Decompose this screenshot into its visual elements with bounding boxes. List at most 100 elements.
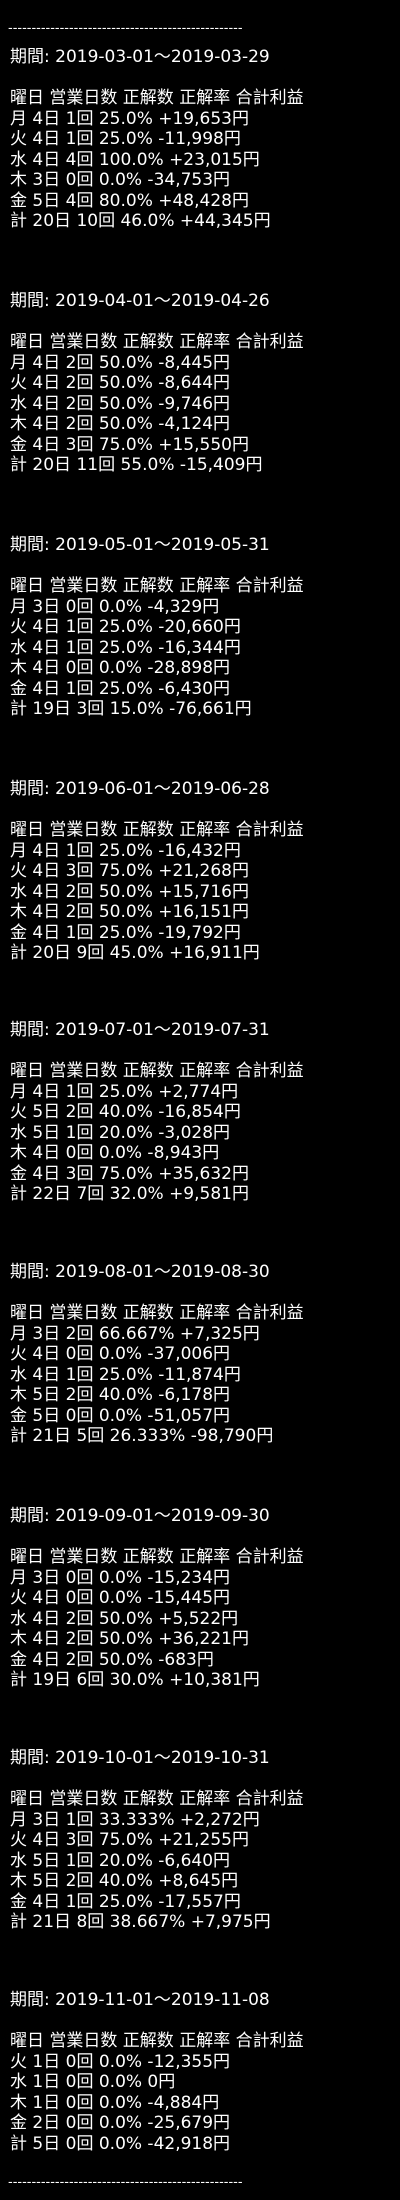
table-row: 火 4日 3回 75.0% +21,268円 <box>10 861 249 881</box>
period-section: 期間: 2019-10-01～2019-10-31 曜日 営業日数 正解数 正解率… <box>10 1748 304 1933</box>
period-section: 期間: 2019-08-01～2019-08-30 曜日 営業日数 正解数 正解率… <box>10 1262 304 1447</box>
weekday-table: 曜日 営業日数 正解数 正解率 合計利益月 4日 1回 25.0% +2,774… <box>10 1061 304 1205</box>
table-row: 金 4日 3回 75.0% +35,632円 <box>10 1163 249 1184</box>
weekday-table: 曜日 営業日数 正解数 正解率 合計利益月 3日 0回 0.0% -4,329円… <box>10 576 304 720</box>
total-row: 計 19日 6回 30.0% +10,381円 <box>10 1670 260 1690</box>
table-row: 金 5日 4回 80.0% +48,428円 <box>10 190 249 211</box>
table-row: 木 1日 0回 0.0% -4,884円 <box>10 2092 220 2113</box>
table-row: 木 4日 2回 50.0% +16,151円 <box>10 902 249 922</box>
period-value: 2019-10-01～2019-10-31 <box>55 1748 270 1768</box>
table-header: 曜日 営業日数 正解数 正解率 合計利益 <box>10 1789 304 1809</box>
period-label: 期間 <box>10 291 44 311</box>
table-row: 金 4日 1回 25.0% -17,557円 <box>10 1891 241 1912</box>
period-value: 2019-04-01～2019-04-26 <box>55 291 270 311</box>
period-line: 期間: 2019-10-01～2019-10-31 <box>10 1748 270 1768</box>
table-row: 月 4日 1回 25.0% +19,653円 <box>10 108 249 129</box>
table-header: 曜日 営業日数 正解数 正解率 合計利益 <box>10 1061 304 1081</box>
period-value: 2019-08-01～2019-08-30 <box>55 1262 270 1282</box>
table-row: 木 5日 2回 40.0% -6,178円 <box>10 1385 231 1405</box>
total-row: 計 5日 0回 0.0% -42,918円 <box>10 2133 231 2154</box>
table-row: 火 4日 2回 50.0% -8,644円 <box>10 373 231 393</box>
table-row: 金 5日 0回 0.0% -51,057円 <box>10 1405 231 1426</box>
table-row: 火 4日 1回 25.0% -20,660円 <box>10 617 241 637</box>
period-value: 2019-06-01～2019-06-28 <box>55 779 270 799</box>
period-label: 期間 <box>10 535 44 555</box>
table-row: 火 4日 0回 0.0% -37,006円 <box>10 1344 231 1364</box>
table-row: 水 4日 2回 50.0% -9,746円 <box>10 393 231 414</box>
weekday-table: 曜日 営業日数 正解数 正解率 合計利益月 3日 0回 0.0% -15,234… <box>10 1547 304 1691</box>
table-row: 月 3日 0回 0.0% -15,234円 <box>10 1567 231 1588</box>
table-header: 曜日 営業日数 正解数 正解率 合計利益 <box>10 332 304 352</box>
table-row: 月 4日 1回 25.0% -16,432円 <box>10 840 241 861</box>
period-section: 期間: 2019-06-01～2019-06-28 曜日 営業日数 正解数 正解率… <box>10 779 304 964</box>
table-row: 火 1日 0回 0.0% -12,355円 <box>10 2051 231 2072</box>
period-line: 期間: 2019-03-01～2019-03-29 <box>10 47 270 67</box>
weekday-table: 曜日 営業日数 正解数 正解率 合計利益火 1日 0回 0.0% -12,355… <box>10 2031 304 2154</box>
table-header: 曜日 営業日数 正解数 正解率 合計利益 <box>10 88 304 108</box>
table-row: 月 4日 1回 25.0% +2,774円 <box>10 1081 239 1102</box>
period-line: 期間: 2019-05-01～2019-05-31 <box>10 535 270 555</box>
weekday-table: 曜日 営業日数 正解数 正解率 合計利益月 4日 1回 25.0% +19,65… <box>10 88 304 232</box>
period-line: 期間: 2019-04-01～2019-04-26 <box>10 291 270 311</box>
period-label: 期間 <box>10 1990 44 2010</box>
period-label: 期間 <box>10 47 44 67</box>
table-row: 木 3日 0回 0.0% -34,753円 <box>10 170 231 190</box>
table-header: 曜日 営業日数 正解数 正解率 合計利益 <box>10 2031 304 2051</box>
period-label: 期間 <box>10 1506 44 1526</box>
period-value: 2019-05-01～2019-05-31 <box>55 535 270 555</box>
table-header: 曜日 営業日数 正解数 正解率 合計利益 <box>10 576 304 596</box>
weekday-table: 曜日 営業日数 正解数 正解率 合計利益月 4日 1回 25.0% -16,43… <box>10 820 304 964</box>
total-row: 計 21日 8回 38.667% +7,975円 <box>10 1912 271 1932</box>
period-section: 期間: 2019-09-01～2019-09-30 曜日 営業日数 正解数 正解率… <box>10 1506 304 1691</box>
period-label: 期間 <box>10 1748 44 1768</box>
report-document: ----------------------------------------… <box>0 0 400 2200</box>
table-row: 木 5日 2回 40.0% +8,645円 <box>10 1871 239 1891</box>
period-section: 期間: 2019-07-01～2019-07-31 曜日 営業日数 正解数 正解率… <box>10 1020 304 1205</box>
table-row: 水 1日 0回 0.0% 0円 <box>10 2072 176 2092</box>
table-row: 水 4日 4回 100.0% +23,015円 <box>10 149 260 170</box>
table-row: 月 3日 0回 0.0% -4,329円 <box>10 596 220 617</box>
total-row: 計 20日 11回 55.0% -15,409円 <box>10 455 263 475</box>
table-row: 木 4日 0回 0.0% -8,943円 <box>10 1143 220 1163</box>
table-row: 水 4日 2回 50.0% +5,522円 <box>10 1608 239 1629</box>
period-value: 2019-11-01～2019-11-08 <box>55 1990 270 2010</box>
period-label: 期間 <box>10 1020 44 1040</box>
table-row: 月 3日 2回 66.667% +7,325円 <box>10 1323 260 1344</box>
table-row: 金 4日 3回 75.0% +15,550円 <box>10 434 249 455</box>
table-row: 水 5日 1回 20.0% -3,028円 <box>10 1122 231 1143</box>
period-line: 期間: 2019-07-01～2019-07-31 <box>10 1020 270 1040</box>
period-label: 期間 <box>10 1262 44 1282</box>
period-line: 期間: 2019-08-01～2019-08-30 <box>10 1262 270 1282</box>
period-line: 期間: 2019-11-01～2019-11-08 <box>10 1990 270 2010</box>
table-row: 火 4日 3回 75.0% +21,255円 <box>10 1830 249 1850</box>
weekday-table: 曜日 営業日数 正解数 正解率 合計利益月 3日 2回 66.667% +7,3… <box>10 1303 304 1447</box>
period-line: 期間: 2019-06-01～2019-06-28 <box>10 779 270 799</box>
table-row: 水 4日 1回 25.0% -11,874円 <box>10 1364 241 1385</box>
total-row: 計 21日 5回 26.333% -98,790円 <box>10 1426 274 1446</box>
table-header: 曜日 営業日数 正解数 正解率 合計利益 <box>10 1547 304 1567</box>
table-row: 木 4日 2回 50.0% -4,124円 <box>10 414 231 434</box>
table-row: 水 5日 1回 20.0% -6,640円 <box>10 1850 231 1871</box>
table-row: 月 3日 1回 33.333% +2,272円 <box>10 1809 260 1830</box>
table-row: 金 4日 1回 25.0% -6,430円 <box>10 678 231 699</box>
table-header: 曜日 営業日数 正解数 正解率 合計利益 <box>10 820 304 840</box>
weekday-table: 曜日 営業日数 正解数 正解率 合計利益月 3日 1回 33.333% +2,2… <box>10 1789 304 1933</box>
top-divider: ----------------------------------------… <box>8 22 243 36</box>
table-row: 水 4日 1回 25.0% -16,344円 <box>10 637 241 658</box>
table-row: 木 4日 2回 50.0% +36,221円 <box>10 1629 249 1649</box>
period-value: 2019-03-01～2019-03-29 <box>55 47 270 67</box>
table-row: 水 4日 2回 50.0% +15,716円 <box>10 881 249 902</box>
total-row: 計 20日 10回 46.0% +44,345円 <box>10 211 271 231</box>
weekday-table: 曜日 営業日数 正解数 正解率 合計利益月 4日 2回 50.0% -8,445… <box>10 332 304 476</box>
table-row: 金 2日 0回 0.0% -25,679円 <box>10 2113 231 2133</box>
period-value: 2019-09-01～2019-09-30 <box>55 1506 270 1526</box>
bottom-divider: ----------------------------------------… <box>8 2176 243 2190</box>
total-row: 計 22日 7回 32.0% +9,581円 <box>10 1184 249 1204</box>
period-label: 期間 <box>10 779 44 799</box>
table-row: 月 4日 2回 50.0% -8,445円 <box>10 352 231 373</box>
total-row: 計 20日 9回 45.0% +16,911円 <box>10 943 260 963</box>
total-row: 計 19日 3回 15.0% -76,661円 <box>10 699 252 719</box>
period-section: 期間: 2019-05-01～2019-05-31 曜日 営業日数 正解数 正解率… <box>10 535 304 720</box>
table-row: 木 4日 0回 0.0% -28,898円 <box>10 658 231 678</box>
table-header: 曜日 営業日数 正解数 正解率 合計利益 <box>10 1303 304 1323</box>
